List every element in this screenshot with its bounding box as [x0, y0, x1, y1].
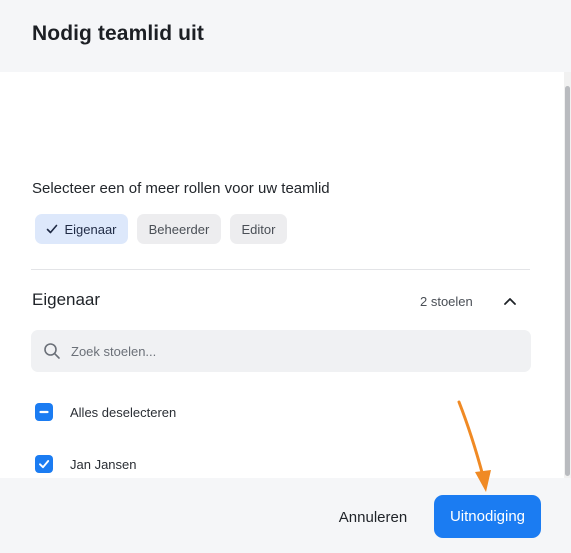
search-input[interactable]	[71, 330, 521, 372]
role-chip-label: Editor	[241, 221, 276, 237]
role-chip-label: Eigenaar	[64, 221, 117, 237]
dialog-header: Nodig teamlid uit	[0, 0, 571, 72]
collapse-section-button[interactable]	[499, 290, 521, 312]
role-chip-eigenaar[interactable]: Eigenaar	[35, 214, 128, 244]
chevron-up-icon	[504, 298, 516, 305]
seat-label[interactable]: Jan Jansen	[70, 457, 137, 472]
select-all-label[interactable]: Alles deselecteren	[70, 405, 176, 420]
check-icon	[39, 460, 50, 469]
seat-checkbox[interactable]	[35, 455, 53, 473]
seat-count: 2 stoelen	[420, 294, 473, 309]
invite-button[interactable]: Uitnodiging	[434, 495, 541, 538]
role-chip-beheerder[interactable]: Beheerder	[137, 214, 221, 244]
role-chip-label: Beheerder	[148, 221, 210, 237]
section-title: Eigenaar	[32, 290, 101, 309]
scrollbar-thumb[interactable]	[565, 86, 570, 476]
roles-prompt: Selecteer een of meer rollen voor uw tea…	[32, 180, 330, 197]
role-chip-editor[interactable]: Editor	[230, 214, 287, 244]
section-divider	[31, 269, 530, 270]
seat-search[interactable]	[31, 330, 531, 372]
search-icon	[44, 343, 60, 359]
minus-icon	[39, 410, 49, 414]
check-icon	[47, 224, 58, 234]
cancel-button[interactable]: Annuleren	[331, 496, 415, 538]
select-all-checkbox[interactable]	[35, 403, 53, 421]
dialog-title: Nodig teamlid uit	[32, 22, 205, 45]
